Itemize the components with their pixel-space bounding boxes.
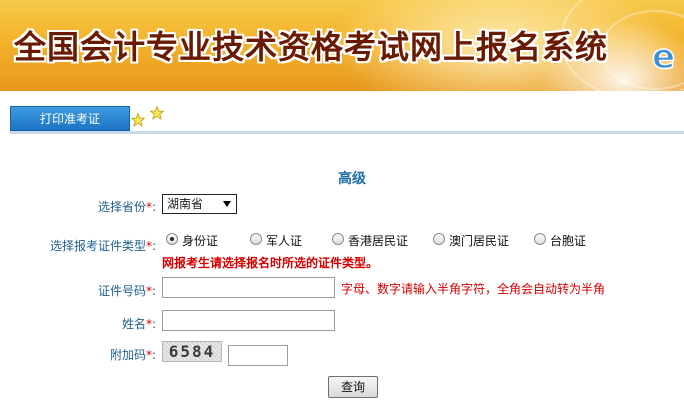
query-button[interactable]: 查询 (328, 376, 378, 398)
id-type-label-text: 选择报考证件类型 (49, 239, 146, 253)
header-banner: 全国会计专业技术资格考试网上报名系统 e (0, 0, 684, 91)
chevron-down-icon (223, 201, 231, 207)
radio-button[interactable] (534, 233, 546, 245)
svg-text:e: e (652, 37, 675, 76)
tab-underline (10, 131, 684, 134)
id-type-label: 选择报考证件类型*: (49, 239, 156, 253)
id-number-input[interactable] (162, 277, 335, 298)
id-type-notice: 网报考生请选择报名时所选的证件类型。 (162, 256, 379, 270)
radio-button[interactable] (332, 233, 344, 245)
name-label-text: 姓名 (121, 317, 146, 331)
province-label: 选择省份*: (97, 200, 156, 214)
radio-button[interactable] (166, 233, 178, 245)
province-select-value: 湖南省 (167, 197, 204, 211)
captcha-input[interactable] (228, 345, 288, 366)
name-input[interactable] (162, 310, 335, 331)
radio-button[interactable] (250, 233, 262, 245)
radio-label: 军人证 (266, 234, 303, 248)
captcha-label-text: 附加码 (109, 348, 146, 362)
captcha-image[interactable]: 6584 (162, 341, 222, 362)
star-icon (131, 113, 145, 127)
radio-label: 身份证 (182, 234, 219, 248)
system-title: 全国会计专业技术资格考试网上报名系统 (14, 28, 609, 66)
star-icon (150, 106, 164, 120)
radio-label: 台胞证 (550, 234, 587, 248)
tab-bar: 打印准考证 (0, 104, 684, 134)
province-select[interactable]: 湖南省 (162, 194, 237, 214)
tab-print-admission-ticket[interactable]: 打印准考证 (10, 106, 130, 131)
id-number-label: 证件号码*: (97, 284, 156, 298)
radio-label: 澳门居民证 (449, 234, 510, 248)
name-label: 姓名*: (121, 317, 156, 331)
e-logo-icon: e (651, 36, 676, 76)
captcha-label: 附加码*: (109, 348, 156, 362)
province-label-text: 选择省份 (97, 200, 146, 214)
id-number-hint: 字母、数字请输入半角字符，全角会自动转为半角 (341, 282, 606, 296)
radio-button[interactable] (433, 233, 445, 245)
id-number-label-text: 证件号码 (97, 284, 146, 298)
radio-label: 香港居民证 (348, 234, 409, 248)
form-title: 高级 (338, 171, 366, 187)
